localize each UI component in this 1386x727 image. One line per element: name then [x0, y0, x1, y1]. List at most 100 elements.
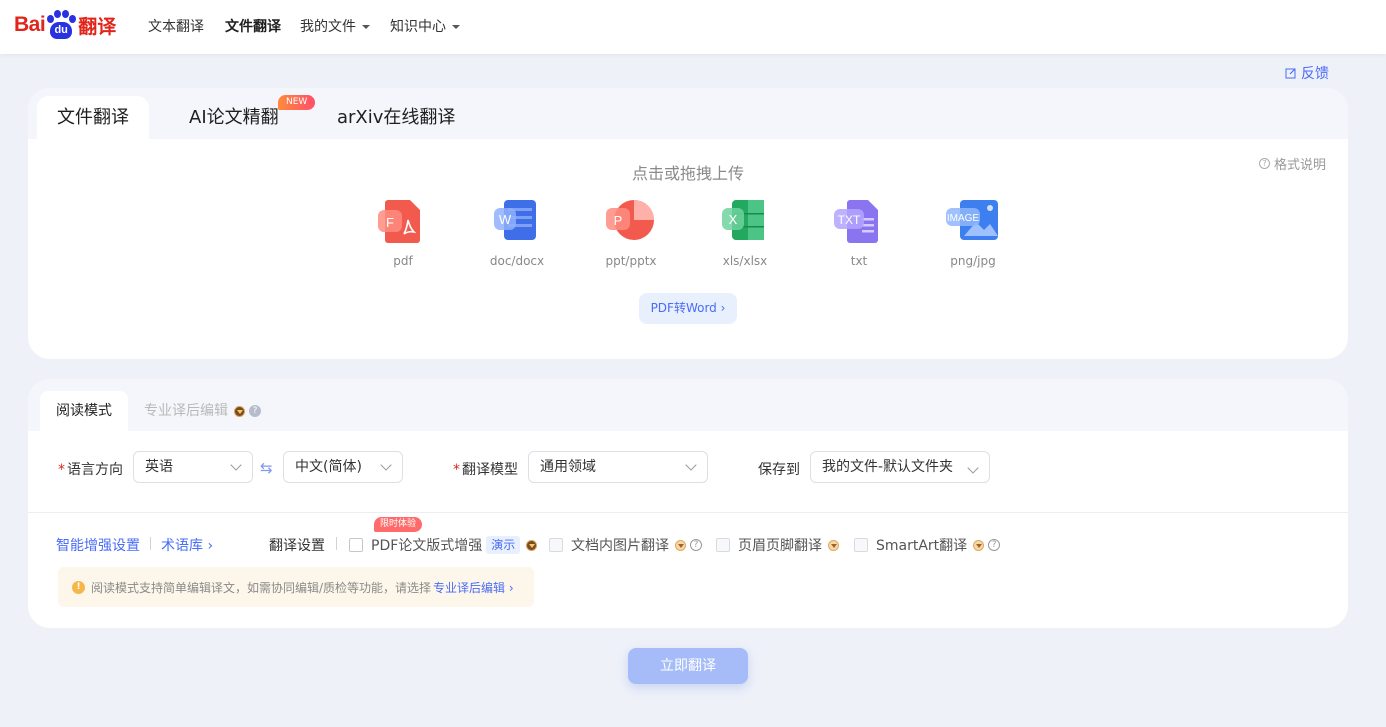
label-text: 语言方向 — [67, 462, 123, 478]
tab-pro-post-edit[interactable]: 专业译后编辑 ? — [144, 391, 261, 431]
model-label: * 翻译模型 — [453, 459, 518, 479]
select-value: 我的文件-默认文件夹 — [822, 459, 954, 475]
select-value: 通用领域 — [540, 459, 596, 475]
paw-icon: du — [46, 10, 77, 40]
translate-now-button[interactable]: 立即翻译 — [628, 648, 748, 684]
option-label: SmartArt翻译 — [876, 538, 968, 554]
vip-medal-icon — [828, 539, 839, 551]
filetype-image: IMAGE png/jpg — [928, 196, 1018, 268]
word-icon: W — [490, 196, 544, 246]
option-header-footer-translate[interactable]: 页眉页脚翻译 — [716, 535, 839, 555]
vip-medal-icon — [526, 539, 538, 551]
nav-my-files[interactable]: 我的文件 — [300, 18, 370, 36]
pdf-letter: F — [386, 215, 394, 230]
source-language-select[interactable]: 英语 — [133, 451, 253, 483]
ppt-letter: P — [614, 213, 623, 228]
checkbox[interactable] — [549, 538, 563, 552]
smart-enhance-settings-link[interactable]: 智能增强设置 — [56, 535, 140, 555]
ppt-icon: P — [604, 196, 658, 246]
new-badge: NEW — [278, 95, 316, 110]
help-icon[interactable]: ? — [988, 539, 1001, 551]
translate-settings-label: 翻译设置 — [269, 538, 325, 554]
demo-link[interactable]: 演示 — [486, 536, 521, 554]
mode-tabbar: 阅读模式 专业译后编辑 ? — [28, 379, 1348, 431]
label-text: 翻译模型 — [462, 462, 518, 478]
txt-icon: TXT — [832, 196, 886, 246]
word-letter: W — [499, 212, 512, 227]
image-letter: IMAGE — [947, 213, 980, 224]
model-select[interactable]: 通用领域 — [528, 451, 708, 483]
pdf-to-word-button[interactable]: PDF转Word › — [639, 293, 737, 324]
feedback-link[interactable]: 反馈 — [1285, 63, 1329, 83]
filetype-xls: X xls/xlsx — [700, 196, 790, 268]
filetype-label: pdf — [393, 254, 413, 268]
filetype-label: txt — [850, 254, 868, 268]
settings-card: 阅读模式 专业译后编辑 ? * 语言方向 英语 ⇆ 中文(简体) * 翻译模型 通用… — [28, 379, 1348, 628]
tab-file-translate[interactable]: 文件翻译 — [37, 96, 149, 139]
tab-label: arXiv在线翻译 — [337, 107, 456, 128]
filetype-ppt: P ppt/pptx — [586, 196, 676, 268]
option-label: PDF论文版式增强 — [371, 538, 483, 554]
pdf-to-word-label: PDF转Word — [650, 301, 717, 315]
chevron-right-icon: › — [207, 538, 214, 554]
tab-ai-paper[interactable]: AI论文精翻 — [189, 96, 279, 139]
help-icon[interactable]: ? — [690, 539, 702, 551]
top-navbar: Bai du 翻译 文本翻译 文件翻译 我的文件 知识中心 — [0, 0, 1386, 54]
nav-label: 文本翻译 — [148, 19, 204, 35]
nav-file-translate[interactable]: 文件翻译 — [225, 18, 281, 36]
separator — [336, 537, 337, 550]
filetype-txt: TXT txt — [814, 196, 904, 268]
select-value: 中文(简体) — [295, 459, 362, 475]
tab-arxiv[interactable]: arXiv在线翻译 — [337, 96, 455, 139]
nav-text-translate[interactable]: 文本翻译 — [148, 18, 204, 36]
nav-knowledge-center[interactable]: 知识中心 — [390, 18, 460, 36]
language-direction-label: * 语言方向 — [58, 459, 123, 479]
option-image-translate[interactable]: 文档内图片翻译 ? — [549, 535, 702, 555]
tab-label: 文件翻译 — [57, 107, 129, 128]
checkbox[interactable] — [349, 538, 363, 552]
upload-card: 文件翻译 AI论文精翻 NEW arXiv在线翻译 ? 格式说明 点击或拖拽上传… — [28, 88, 1348, 359]
chevron-down-icon — [230, 459, 242, 471]
tab-label: 阅读模式 — [56, 403, 112, 419]
logo-bai-text: Bai — [14, 13, 46, 36]
checkbox[interactable] — [716, 538, 730, 552]
link-label: 术语库 — [161, 538, 203, 554]
help-icon[interactable]: ? — [249, 405, 261, 417]
option-pdf-layout-enhance[interactable]: PDF论文版式增强 演示 — [349, 535, 538, 555]
glossary-link[interactable]: 术语库 › — [161, 535, 213, 555]
link-label: 专业译后编辑 — [433, 580, 506, 595]
limited-trial-badge: 限时体验 — [374, 517, 423, 532]
filetype-label: xls/xlsx — [722, 254, 768, 268]
swap-languages-icon[interactable]: ⇆ — [260, 459, 273, 477]
excel-icon: X — [718, 196, 772, 246]
divider — [28, 512, 1348, 513]
filetype-label: doc/docx — [489, 254, 545, 268]
option-label: 页眉页脚翻译 — [738, 538, 822, 554]
required-star: * — [453, 462, 460, 478]
upload-dropzone-hint[interactable]: 点击或拖拽上传 — [28, 160, 1348, 184]
chevron-down-icon — [380, 459, 392, 471]
checkbox[interactable] — [854, 538, 868, 552]
pdf-icon: F — [376, 196, 430, 246]
filetype-label: ppt/pptx — [605, 254, 657, 268]
upload-tabbar: 文件翻译 AI论文精翻 NEW arXiv在线翻译 — [28, 88, 1348, 139]
logo-fanyi-text: 翻译 — [78, 15, 117, 38]
target-language-select[interactable]: 中文(简体) — [283, 451, 403, 483]
txt-letter: TXT — [838, 213, 861, 227]
chevron-down-icon — [967, 462, 979, 474]
caret-down-icon — [362, 25, 370, 29]
filetype-doc: W doc/docx — [472, 196, 562, 268]
filetype-pdf: F pdf — [358, 196, 448, 268]
nav-label: 知识中心 — [390, 19, 446, 35]
save-to-select[interactable]: 我的文件-默认文件夹 — [810, 451, 990, 483]
reading-mode-notice: ! 阅读模式支持简单编辑译文，如需协同编辑/质检等功能，请选择 专业译后编辑 › — [58, 567, 534, 607]
vip-medal-icon — [234, 405, 245, 417]
pro-post-edit-link[interactable]: 专业译后编辑 › — [433, 579, 514, 596]
tab-reading-mode[interactable]: 阅读模式 — [40, 391, 128, 431]
option-smartart-translate[interactable]: SmartArt翻译 ? — [854, 535, 1001, 555]
vip-medal-icon — [973, 539, 985, 551]
nav-label: 我的文件 — [300, 19, 356, 35]
tab-label: AI论文精翻 — [189, 107, 279, 128]
label-text: 保存到 — [758, 462, 800, 478]
baidu-fanyi-logo[interactable]: Bai du 翻译 — [14, 8, 116, 42]
